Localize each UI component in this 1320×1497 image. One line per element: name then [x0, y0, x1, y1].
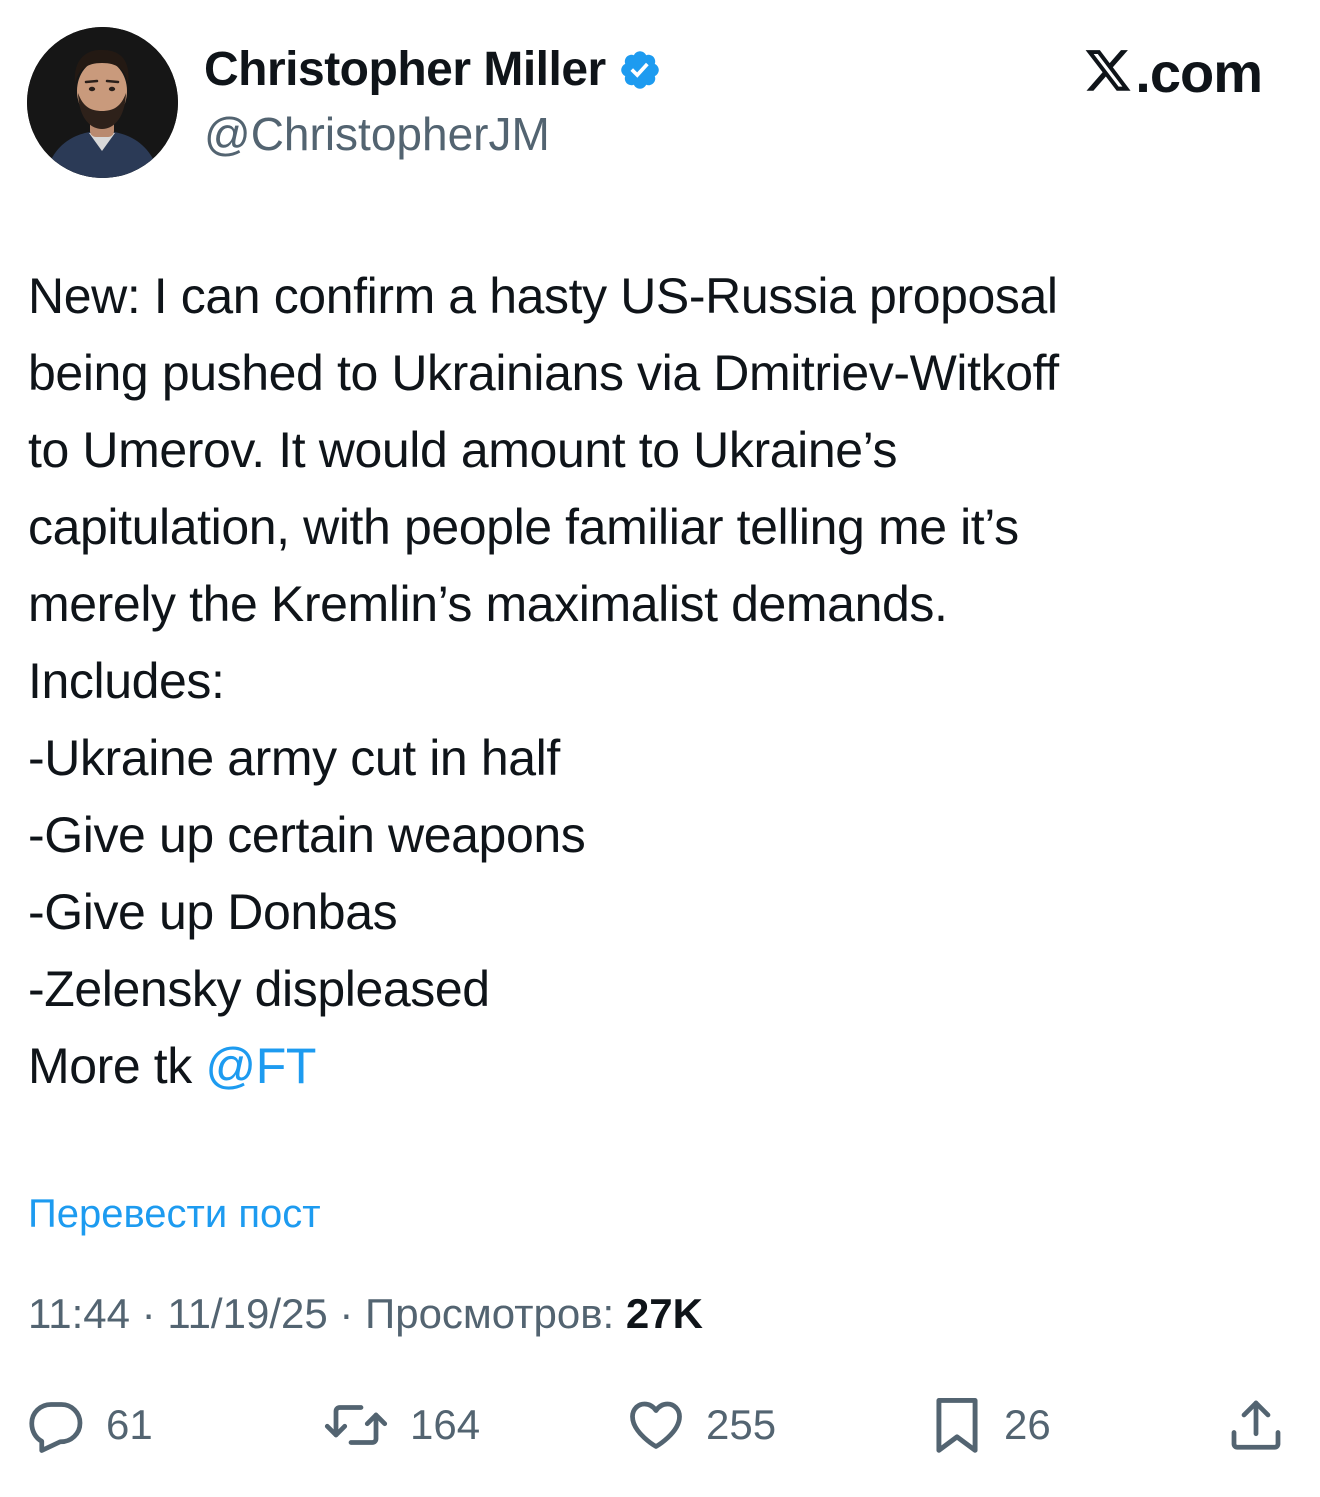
tweet-line-last: More tk @FT	[28, 1028, 1290, 1105]
tweet-line: -Give up certain weapons	[28, 807, 586, 863]
share-icon	[1231, 1400, 1281, 1450]
tweet-text: New: I can confirm a hasty US-Russia pro…	[28, 258, 1290, 1105]
reply-count: 61	[106, 1401, 153, 1448]
tweet-line-prefix: More tk	[28, 1038, 206, 1094]
views-count: 27K	[625, 1290, 703, 1337]
reply-button[interactable]: 61	[26, 1390, 153, 1460]
tweet-line: capitulation, with people familiar telli…	[28, 499, 1019, 555]
author-name[interactable]: Christopher Miller	[204, 40, 662, 100]
action-bar: 61 164 255 26	[0, 1390, 1320, 1460]
tweet-line: to Umerov. It would amount to Ukraine’s	[28, 422, 898, 478]
share-button[interactable]	[1226, 1390, 1286, 1460]
meta-separator: ·	[327, 1290, 366, 1337]
like-count: 255	[706, 1401, 777, 1448]
x-logo-icon	[1085, 50, 1131, 91]
heart-icon	[630, 1401, 682, 1449]
display-name[interactable]: Christopher Miller	[204, 40, 606, 100]
like-button[interactable]: 255	[626, 1390, 776, 1460]
tweet-date[interactable]: 11/19/25	[167, 1290, 327, 1337]
views-label: Просмотров:	[365, 1290, 626, 1337]
avatar[interactable]	[27, 27, 178, 178]
tweet-time[interactable]: 11:44	[28, 1290, 130, 1337]
repost-button[interactable]: 164	[322, 1390, 480, 1460]
tweet-line: New: I can confirm a hasty US-Russia pro…	[28, 268, 1058, 324]
mention-link[interactable]: @FT	[205, 1038, 316, 1094]
brand-watermark: .com	[1083, 40, 1263, 106]
meta-separator: ·	[130, 1290, 168, 1337]
tweet-line: -Ukraine army cut in half	[28, 730, 560, 786]
tweet-line: Includes:	[28, 653, 225, 709]
repost-count: 164	[410, 1401, 481, 1448]
repost-icon	[324, 1405, 388, 1445]
translate-post-link[interactable]: Перевести пост	[28, 1186, 321, 1242]
bookmark-button[interactable]: 26	[930, 1390, 1051, 1460]
tweet-line: being pushed to Ukrainians via Dmitriev-…	[28, 345, 1059, 401]
bookmark-count: 26	[1004, 1401, 1051, 1448]
verified-badge-icon	[620, 51, 659, 89]
tweet-line: -Zelensky displeased	[28, 961, 490, 1017]
tweet-line: merely the Kremlin’s maximalist demands.	[28, 576, 948, 632]
bookmark-icon	[936, 1398, 978, 1453]
tweet-line: -Give up Donbas	[28, 884, 398, 940]
brand-text: .com	[1135, 41, 1263, 104]
author-handle[interactable]: @ChristopherJM	[204, 104, 550, 164]
avatar-photo	[27, 27, 178, 178]
tweet-meta: 11:44 · 11/19/25 · Просмотров: 27K	[28, 1284, 703, 1344]
reply-icon	[29, 1402, 83, 1453]
